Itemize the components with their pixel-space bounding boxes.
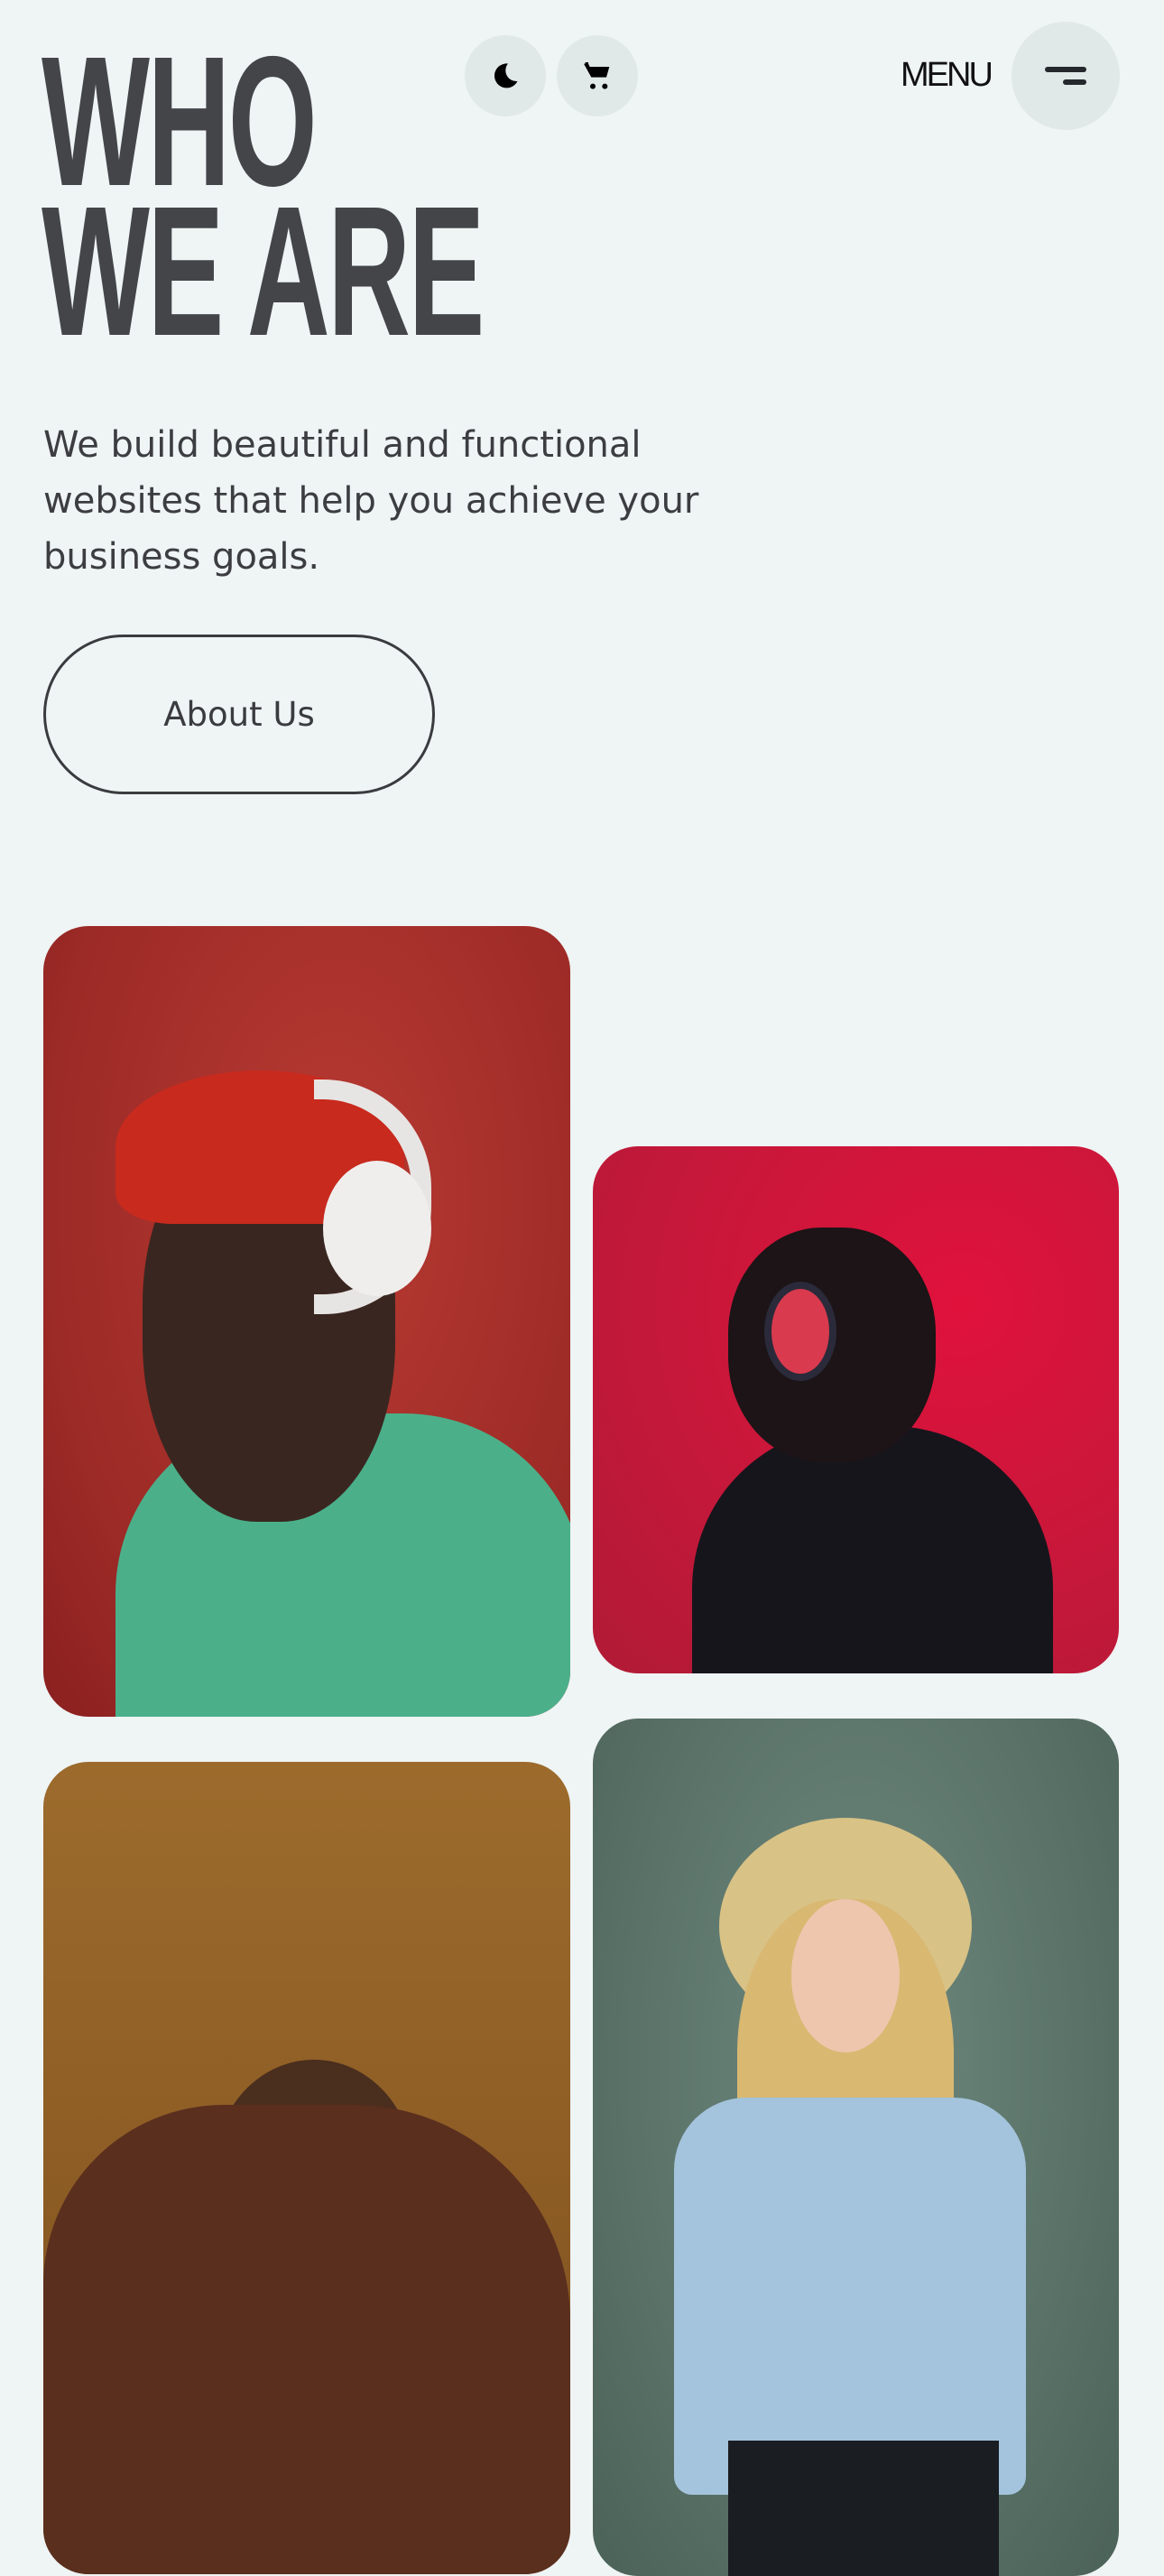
menu-button[interactable] xyxy=(1012,22,1120,130)
about-us-button[interactable]: About Us xyxy=(43,635,435,794)
photo-woman-straw-hat xyxy=(593,1719,1119,2576)
photo-man-headphones-red-background xyxy=(593,1146,1119,1673)
title-line-2: WE ARE xyxy=(42,168,485,375)
hamburger-icon xyxy=(1045,67,1086,85)
cart-button[interactable] xyxy=(557,35,638,116)
hero-description: We build beautiful and functional websit… xyxy=(43,424,699,578)
page-title: WHO WE ARE xyxy=(42,29,485,375)
moon-icon xyxy=(494,63,518,88)
dark-mode-toggle[interactable] xyxy=(465,35,546,116)
photo-man-headphones-green-jacket xyxy=(43,926,570,1717)
menu-label[interactable]: MENU xyxy=(901,56,993,95)
cart-icon xyxy=(584,62,610,89)
photo-man-covering-face-brown xyxy=(43,1762,570,2574)
